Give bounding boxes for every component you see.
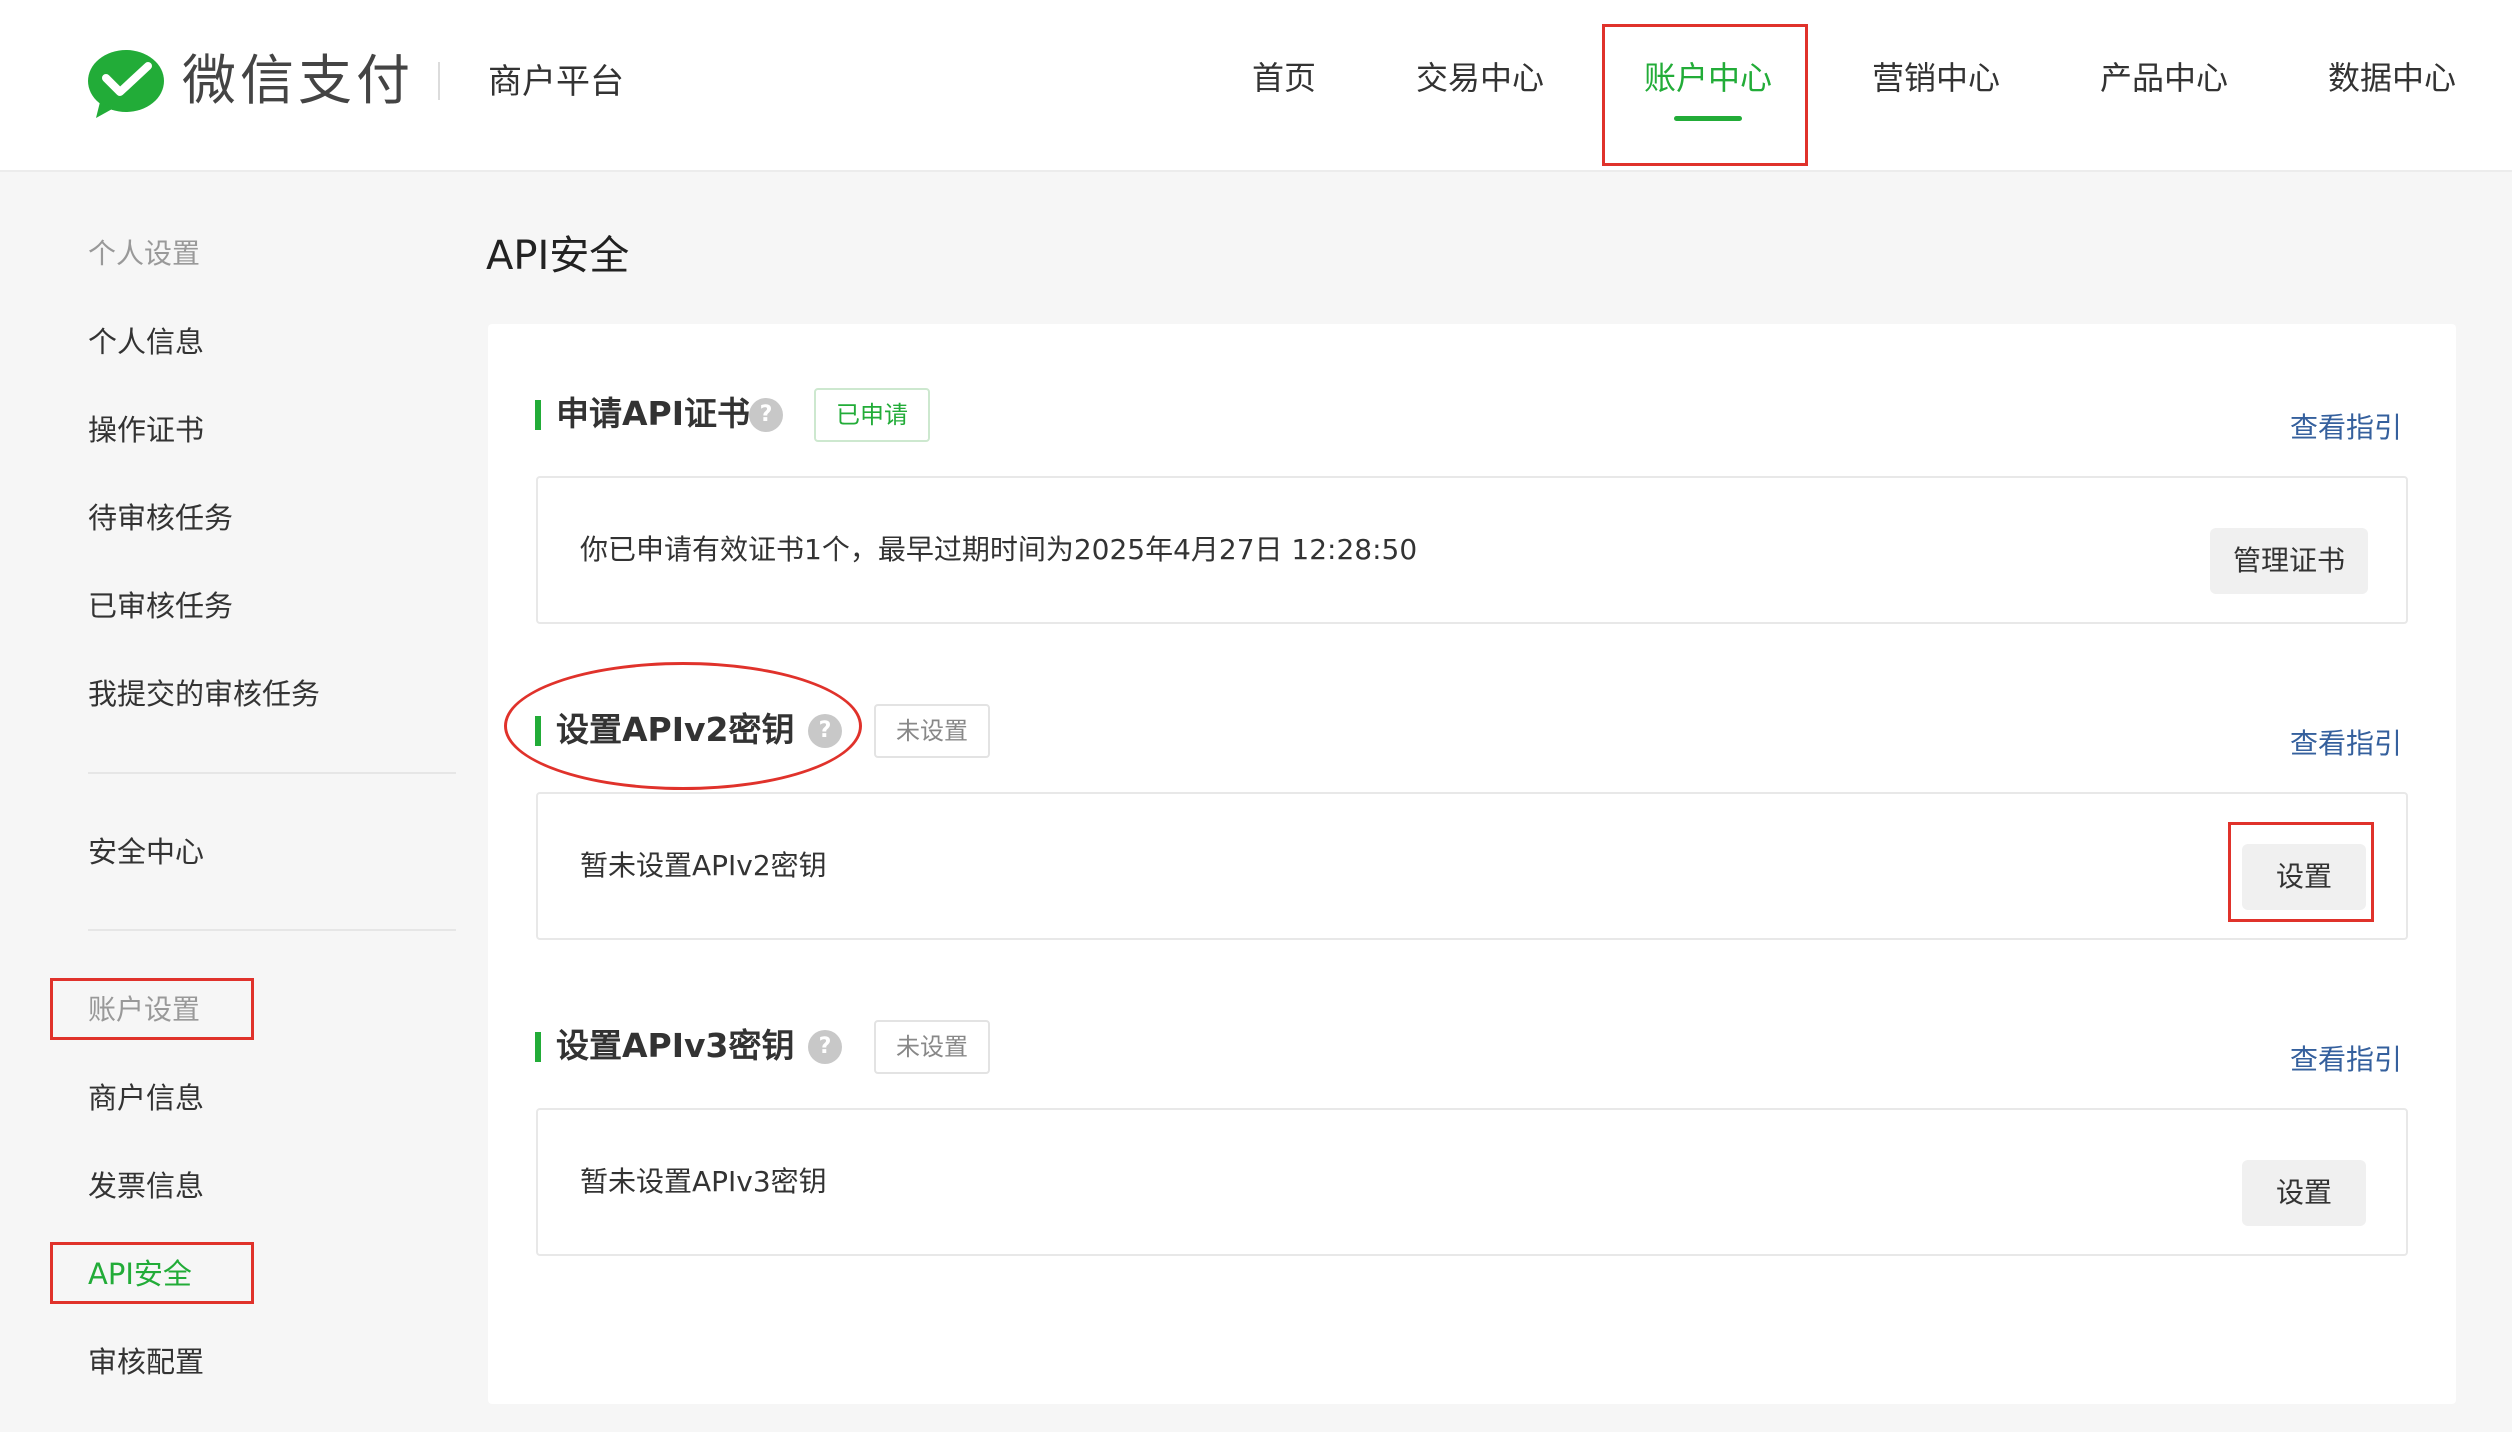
apiv3-key-panel: 暂未设置APIv3密钥 设置 <box>536 1108 2408 1256</box>
section-title-api-cert: 申请API证书 <box>556 394 751 433</box>
sidebar-item-review-config[interactable]: 审核配置 <box>88 1342 204 1382</box>
set-apiv3-key-button[interactable]: 设置 <box>2242 1160 2366 1226</box>
sidebar-item-merchant-info[interactable]: 商户信息 <box>88 1078 204 1118</box>
sidebar-item-reviewed[interactable]: 已审核任务 <box>88 586 233 626</box>
status-badge-not-set: 未设置 <box>874 704 990 758</box>
apiv2-status-text: 暂未设置APIv2密钥 <box>580 849 827 882</box>
sidebar-item-pending-review[interactable]: 待审核任务 <box>88 498 233 538</box>
view-guide-link[interactable]: 查看指引 <box>2290 408 2402 448</box>
apiv3-status-text: 暂未设置APIv3密钥 <box>580 1165 827 1198</box>
brand-separator <box>438 62 440 100</box>
annotation-box-api-security <box>50 1242 254 1304</box>
status-badge-not-set: 未设置 <box>874 1020 990 1074</box>
sidebar-divider <box>88 929 456 931</box>
annotation-ellipse-apiv2-title <box>504 662 862 790</box>
page-title: API安全 <box>486 233 630 279</box>
sidebar-item-security-center[interactable]: 安全中心 <box>88 832 204 872</box>
sidebar-item-my-submitted[interactable]: 我提交的审核任务 <box>88 674 320 714</box>
cert-info-panel: 你已申请有效证书1个，最早过期时间为2025年4月27日 12:28:50 管理… <box>536 476 2408 624</box>
cert-info-text: 你已申请有效证书1个，最早过期时间为2025年4月27日 12:28:50 <box>580 533 1418 566</box>
sidebar-item-invoice-info[interactable]: 发票信息 <box>88 1166 204 1206</box>
annotation-box-account-settings <box>50 978 254 1040</box>
section-marker <box>535 400 541 430</box>
view-guide-link[interactable]: 查看指引 <box>2290 724 2402 764</box>
nav-transaction-center[interactable]: 交易中心 <box>1416 56 1544 100</box>
brand-name: 微信支付 <box>182 49 414 112</box>
manage-cert-button[interactable]: 管理证书 <box>2210 528 2368 594</box>
sidebar-item-operation-cert[interactable]: 操作证书 <box>88 410 204 450</box>
sidebar-item-personal-info[interactable]: 个人信息 <box>88 322 204 362</box>
status-badge-applied: 已申请 <box>814 388 930 442</box>
section-title-apiv3-key: 设置APIv3密钥 <box>556 1026 795 1065</box>
nav-home[interactable]: 首页 <box>1252 56 1316 100</box>
nav-marketing-center[interactable]: 营销中心 <box>1872 56 2000 100</box>
wechat-pay-logo-icon <box>88 50 164 118</box>
sidebar-divider <box>88 772 456 774</box>
help-icon[interactable]: ? <box>749 398 783 432</box>
annotation-box-account-center <box>1602 24 1808 166</box>
platform-name: 商户平台 <box>488 62 624 102</box>
section-marker <box>535 1032 541 1062</box>
nav-product-center[interactable]: 产品中心 <box>2100 56 2228 100</box>
sidebar-group-personal: 个人设置 <box>88 237 201 270</box>
annotation-box-set-button <box>2228 822 2374 922</box>
apiv2-key-panel: 暂未设置APIv2密钥 设置 <box>536 792 2408 940</box>
top-header: 微信支付 商户平台 首页 交易中心 账户中心 营销中心 产品中心 数据中心 <box>0 0 2512 172</box>
nav-data-center[interactable]: 数据中心 <box>2328 56 2456 100</box>
view-guide-link[interactable]: 查看指引 <box>2290 1040 2402 1080</box>
help-icon[interactable]: ? <box>808 1030 842 1064</box>
